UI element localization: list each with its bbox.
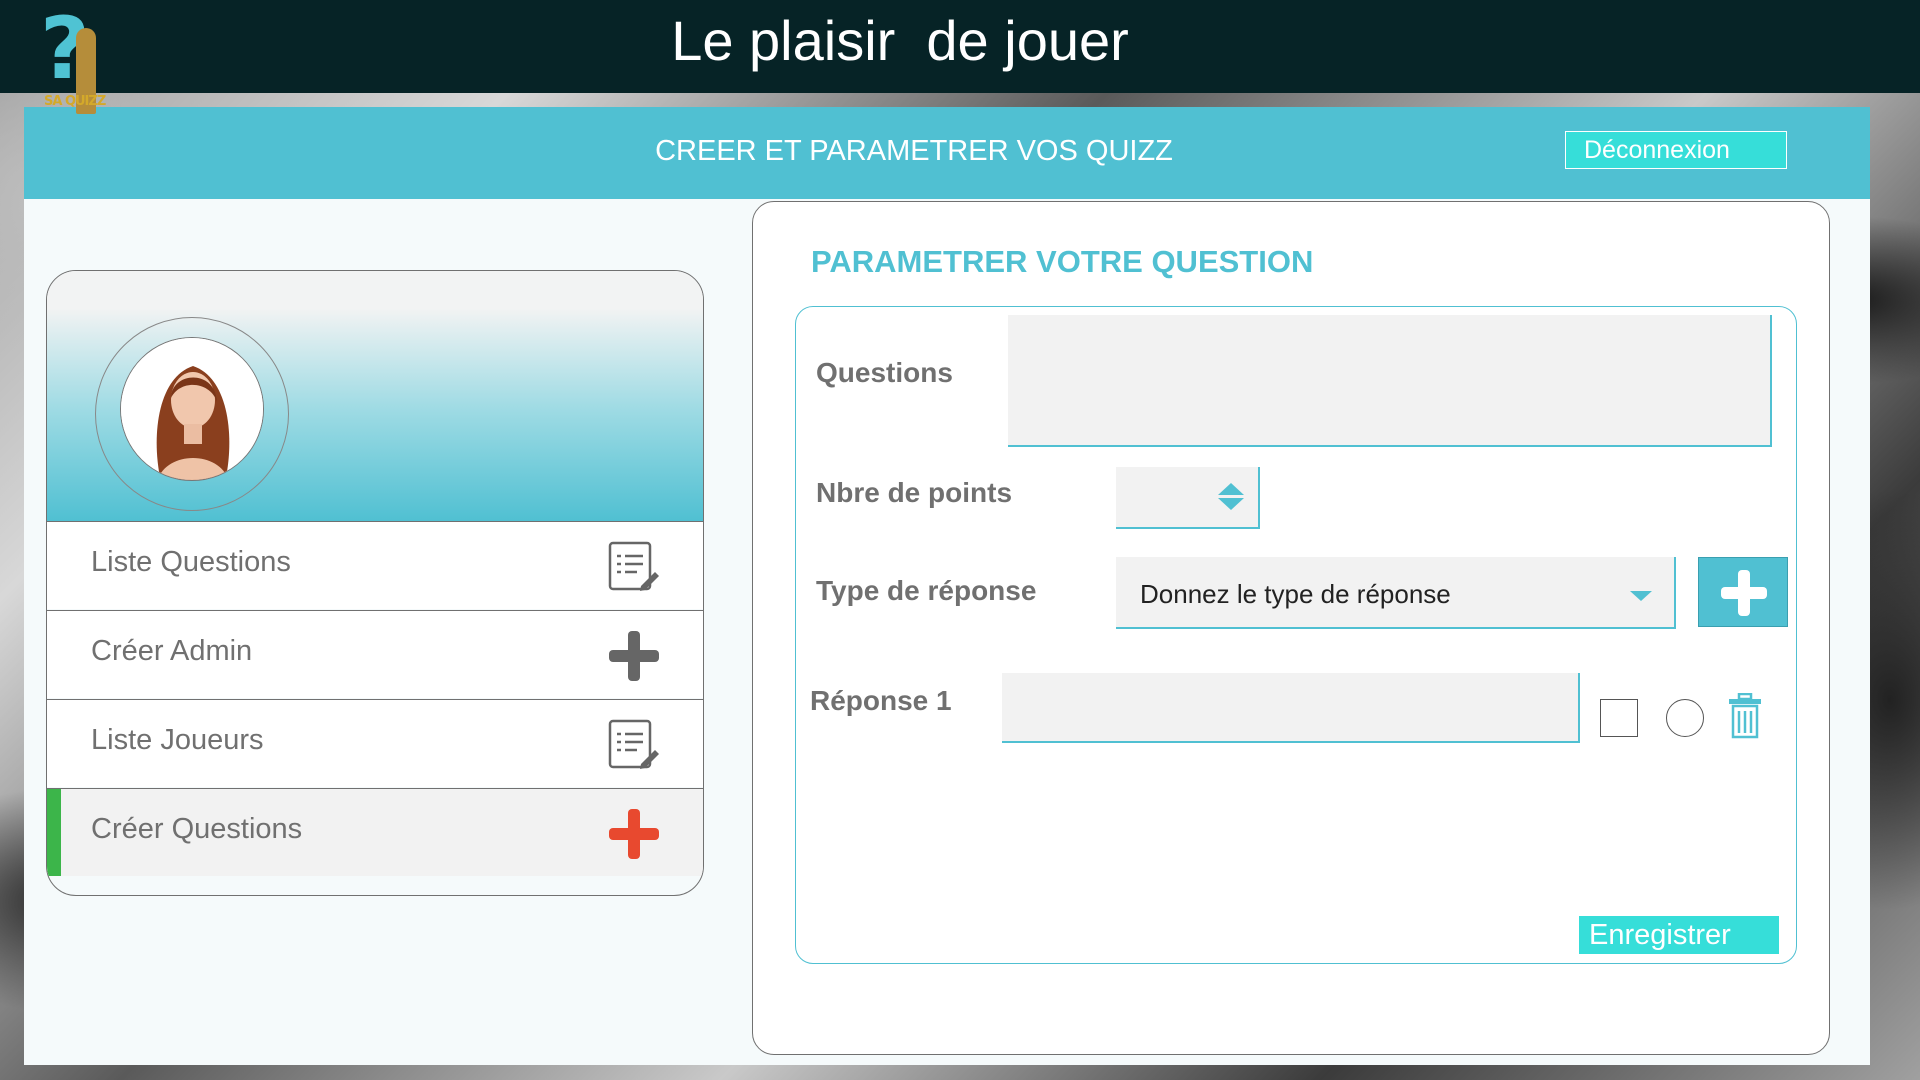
sidebar-item-creer-questions[interactable]: Créer Questions bbox=[47, 788, 703, 876]
sidebar-item-liste-questions[interactable]: Liste Questions bbox=[47, 521, 703, 609]
logo-text: SA QUIZZ bbox=[44, 94, 106, 109]
response-type-label: Type de réponse bbox=[816, 575, 1037, 606]
plus-icon bbox=[609, 809, 659, 859]
page-header: CREER ET PARAMETRER VOS QUIZZ Déconnexio… bbox=[24, 107, 1870, 199]
points-stepper[interactable] bbox=[1116, 467, 1260, 529]
sidebar-item-label: Liste Joueurs bbox=[91, 724, 264, 756]
trash-icon[interactable] bbox=[1726, 693, 1764, 739]
answer-correct-radio[interactable] bbox=[1666, 699, 1704, 737]
stepper-up-icon[interactable] bbox=[1218, 483, 1244, 495]
logout-button[interactable]: Déconnexion bbox=[1565, 131, 1787, 169]
list-edit-icon bbox=[608, 719, 659, 769]
points-label: Nbre de points bbox=[816, 477, 1013, 508]
page-title: CREER ET PARAMETRER VOS QUIZZ bbox=[655, 135, 1173, 167]
question-label: Questions bbox=[816, 357, 953, 388]
question-form: Questions Nbre de points Type de réponse… bbox=[795, 306, 1797, 964]
app-window: CREER ET PARAMETRER VOS QUIZZ Déconnexio… bbox=[24, 107, 1870, 1065]
plus-icon bbox=[609, 631, 659, 681]
answer-1-label: Réponse 1 bbox=[810, 685, 952, 716]
sidebar-item-liste-joueurs[interactable]: Liste Joueurs bbox=[47, 699, 703, 787]
sidebar-item-label: Créer Admin bbox=[91, 635, 253, 667]
response-type-select[interactable]: Donnez le type de réponse bbox=[1116, 557, 1676, 629]
profile-header bbox=[47, 271, 703, 521]
question-textarea[interactable] bbox=[1008, 315, 1772, 447]
answer-1-input[interactable] bbox=[1002, 673, 1580, 743]
app-title: Le plaisir de jouer bbox=[671, 9, 1129, 72]
sidebar-item-creer-admin[interactable]: Créer Admin bbox=[47, 610, 703, 698]
question-panel: PARAMETRER VOTRE QUESTION Questions Nbre… bbox=[752, 201, 1830, 1055]
title-bar: Le plaisir de jouer bbox=[0, 0, 1920, 93]
save-button[interactable]: Enregistrer bbox=[1578, 915, 1780, 955]
list-edit-icon bbox=[608, 541, 659, 591]
active-indicator bbox=[47, 789, 61, 876]
sidebar-item-label: Liste Questions bbox=[91, 546, 291, 578]
profile-card: Liste Questions Créer Admin Liste Joueur… bbox=[46, 270, 704, 896]
answer-correct-checkbox[interactable] bbox=[1600, 699, 1638, 737]
response-type-value: Donnez le type de réponse bbox=[1140, 579, 1451, 609]
add-answer-button[interactable] bbox=[1698, 557, 1788, 627]
stepper-down-icon[interactable] bbox=[1218, 498, 1244, 510]
chevron-down-icon bbox=[1630, 591, 1652, 601]
sidebar-item-label: Créer Questions bbox=[91, 813, 303, 845]
plus-icon bbox=[1721, 570, 1767, 616]
section-title: PARAMETRER VOTRE QUESTION bbox=[811, 244, 1314, 279]
avatar bbox=[120, 337, 264, 481]
avatar-ring bbox=[95, 317, 289, 511]
